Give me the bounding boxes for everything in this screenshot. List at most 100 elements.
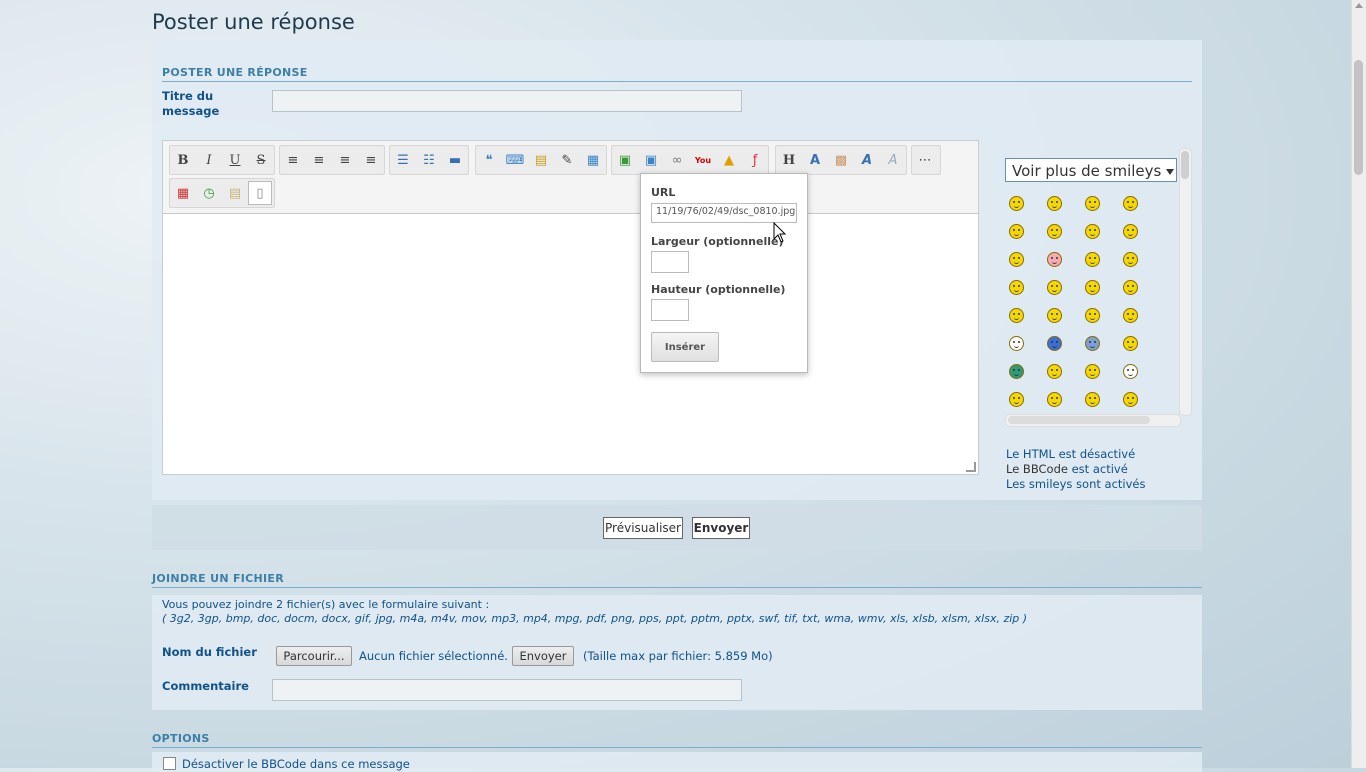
disable-bbcode-checkbox[interactable]	[163, 757, 176, 770]
more-icon[interactable]: ⋯	[912, 147, 938, 173]
font-size-icon[interactable]: A	[802, 147, 828, 173]
smiley-icon[interactable]	[1009, 392, 1024, 407]
warning-icon[interactable]: ▲	[716, 147, 742, 173]
smiley-icon[interactable]	[1047, 252, 1062, 267]
browse-button[interactable]: Parcourir...	[276, 646, 352, 666]
resize-handle[interactable]	[966, 462, 976, 472]
smiley-icon[interactable]	[1009, 252, 1024, 267]
file-label: Nom du fichier	[162, 645, 257, 659]
comment-input[interactable]	[272, 679, 742, 701]
smiley-icon[interactable]	[1047, 336, 1062, 351]
smiley-icon[interactable]	[1123, 336, 1138, 351]
heading-icon[interactable]: H	[776, 147, 802, 173]
submit-button[interactable]: Envoyer	[692, 517, 750, 539]
align-center-icon[interactable]: ≡	[306, 147, 332, 173]
toolbar-group-extra: ▦ ◷ ▤ ▯	[169, 178, 275, 208]
smiley-icon[interactable]	[1123, 252, 1138, 267]
smiley-icon[interactable]	[1085, 224, 1100, 239]
table-icon[interactable]: ▦	[580, 147, 606, 173]
align-justify-icon[interactable]: ≡	[358, 147, 384, 173]
attach-info: Vous pouvez joindre 2 fichier(s) avec le…	[162, 598, 490, 611]
align-right-icon[interactable]: ≡	[332, 147, 358, 173]
bold-icon[interactable]: B	[170, 147, 196, 173]
quote-icon[interactable]: ❝	[476, 147, 502, 173]
smiley-icon[interactable]	[1009, 280, 1024, 295]
color-icon[interactable]: ▩	[828, 147, 854, 173]
align-left-icon[interactable]: ≡	[280, 147, 306, 173]
attach-section-heading: JOINDRE UN FICHIER	[152, 572, 285, 585]
smiley-horizontal-scrollbar[interactable]	[1005, 414, 1181, 427]
calendar-icon[interactable]: ▦	[170, 180, 196, 206]
subject-input[interactable]	[272, 90, 742, 112]
smiley-icon[interactable]	[1123, 280, 1138, 295]
bbcode-status-prefix[interactable]: Le BBCode	[1006, 462, 1068, 476]
code-icon[interactable]: ⌨	[502, 147, 528, 173]
smiley-icon[interactable]	[1047, 308, 1062, 323]
numbered-list-icon[interactable]: ☷	[416, 147, 442, 173]
smiley-icon[interactable]	[1123, 224, 1138, 239]
toolbar-group-more: ⋯	[911, 145, 941, 175]
flash-icon[interactable]: ƒ	[742, 147, 768, 173]
smiley-icon[interactable]	[1009, 308, 1024, 323]
smiley-icon[interactable]	[1085, 308, 1100, 323]
smiley-icon[interactable]	[1047, 196, 1062, 211]
horizontal-rule-icon[interactable]: ▬	[442, 147, 468, 173]
preview-button[interactable]: Prévisualiser	[603, 517, 683, 539]
smiley-icon[interactable]	[1085, 280, 1100, 295]
bbcode-status: Le BBCode est activé	[1006, 462, 1128, 476]
smiley-icon[interactable]	[1009, 364, 1024, 379]
smiley-icon[interactable]	[1123, 364, 1138, 379]
smileys-status[interactable]: Les smileys sont activés	[1006, 477, 1145, 491]
page-title: Poster une réponse	[152, 10, 355, 34]
smiley-icon[interactable]	[1085, 364, 1100, 379]
spoiler-icon[interactable]: ▤	[528, 147, 554, 173]
smiley-icon[interactable]	[1123, 392, 1138, 407]
bullet-list-icon[interactable]: ☰	[390, 147, 416, 173]
edit-icon[interactable]: ✎	[554, 147, 580, 173]
link-icon[interactable]: ∞	[664, 147, 690, 173]
toolbar-group-align: ≡ ≡ ≡ ≡	[279, 145, 385, 175]
smiley-icon[interactable]	[1123, 196, 1138, 211]
paste-icon[interactable]: ▤	[222, 180, 248, 206]
clock-icon[interactable]: ◷	[196, 180, 222, 206]
smiley-select[interactable]: Voir plus de smileys	[1005, 158, 1177, 182]
underline-icon[interactable]: U	[222, 147, 248, 173]
smiley-icon[interactable]	[1085, 336, 1100, 351]
message-editor[interactable]: B I U S ≡ ≡ ≡ ≡ ☰ ☷ ▬ ❝ ⌨ ▤ ✎ ▦ ▣ ▣ ∞ Yo…	[162, 140, 979, 475]
image-icon[interactable]: ▣	[612, 147, 638, 173]
smiley-icon[interactable]	[1009, 224, 1024, 239]
height-input[interactable]	[651, 299, 689, 321]
html-status[interactable]: Le HTML est désactivé	[1006, 447, 1135, 461]
toolbar-group-format: B I U S	[169, 145, 275, 175]
page-scrollbar[interactable]	[1351, 0, 1366, 768]
smiley-icon[interactable]	[1009, 336, 1024, 351]
clear-format-icon[interactable]: A	[880, 147, 906, 173]
smiley-vertical-scrollbar[interactable]	[1179, 148, 1192, 416]
height-label: Hauteur (optionnelle)	[651, 283, 786, 296]
smiley-icon[interactable]	[1085, 196, 1100, 211]
smiley-icon[interactable]	[1123, 308, 1138, 323]
source-icon[interactable]: ▯	[248, 181, 272, 205]
font-icon[interactable]: A	[854, 147, 880, 173]
italic-icon[interactable]: I	[196, 147, 222, 173]
url-input[interactable]: 11/19/76/02/49/dsc_0810.jpg	[651, 203, 797, 223]
smiley-icon[interactable]	[1047, 364, 1062, 379]
smiley-icon[interactable]	[1085, 252, 1100, 267]
smiley-icon[interactable]	[1047, 224, 1062, 239]
smiley-icon[interactable]	[1047, 392, 1062, 407]
width-input[interactable]	[651, 251, 689, 273]
smiley-icon[interactable]	[1085, 392, 1100, 407]
toolbar-group-media: ▣ ▣ ∞ You ▲ ƒ	[611, 145, 769, 175]
upload-image-icon[interactable]: ▣	[638, 147, 664, 173]
subject-label: Titre du message	[162, 89, 220, 118]
smiley-panel: Voir plus de smileys	[1005, 148, 1192, 428]
disable-bbcode-label[interactable]: Désactiver le BBCode dans ce message	[182, 757, 410, 771]
insert-button[interactable]: Insérer	[651, 332, 719, 362]
strikethrough-icon[interactable]: S	[248, 147, 274, 173]
max-size-text: (Taille max par fichier: 5.859 Mo)	[583, 649, 773, 663]
smiley-icon[interactable]	[1009, 196, 1024, 211]
youtube-icon[interactable]: You	[690, 147, 716, 173]
smiley-icon[interactable]	[1047, 280, 1062, 295]
post-section-heading: POSTER UNE RÉPONSE	[162, 66, 308, 79]
attach-send-button[interactable]: Envoyer	[512, 646, 574, 666]
